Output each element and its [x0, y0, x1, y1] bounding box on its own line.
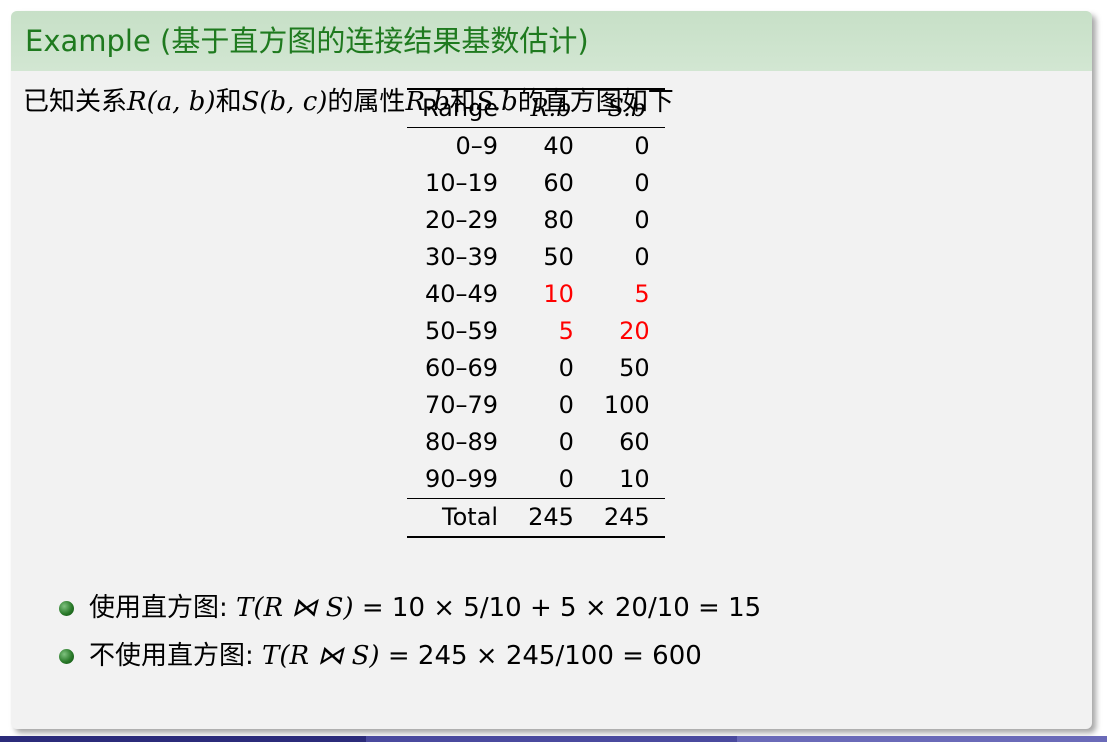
- footer-segment-1: [0, 736, 366, 742]
- table-row: 90–99 0 10: [407, 461, 665, 499]
- formula-args: (R ⋈ S): [253, 593, 354, 623]
- bullet-ball-icon: [59, 601, 74, 616]
- cell-sb: 0: [634, 169, 650, 197]
- formula-rhs: = 245 × 245/100 = 600: [379, 641, 702, 671]
- table-total-row: Total 245 245: [407, 498, 665, 537]
- cell-rb: 80: [543, 206, 574, 234]
- slide-footer-bar: [0, 736, 1107, 742]
- cell-rb: 50: [543, 243, 574, 271]
- formula-rhs: = 10 × 5/10 + 5 × 20/10 = 15: [353, 593, 762, 623]
- cell-range: 60–69: [425, 354, 499, 382]
- relation-s: S: [241, 87, 260, 117]
- cell-range: 20–29: [425, 206, 499, 234]
- cell-range: 90–99: [425, 465, 499, 493]
- example-block: Example (基于直方图的连接结果基数估计) 已知关系R(a, b)和S(b…: [11, 11, 1092, 729]
- relation-s-args: (b, c): [259, 87, 328, 117]
- footer-segment-3: [737, 736, 1107, 742]
- intro-text-2: 的属性: [327, 87, 406, 117]
- cell-range: 70–79: [425, 391, 499, 419]
- cell-range: 80–89: [425, 428, 499, 456]
- bullet-label: 不使用直方图:: [89, 641, 254, 671]
- cell-range: 50–59: [425, 317, 499, 345]
- table-row: 30–39 50 0: [407, 239, 665, 276]
- total-rb: 245: [528, 503, 574, 531]
- cell-sb: 10: [619, 465, 650, 493]
- cell-sb: 50: [619, 354, 650, 382]
- title-chinese: 基于直方图的连接结果基数估计: [171, 24, 578, 58]
- cell-sb: 100: [603, 391, 650, 419]
- table-row: 0–9 40 0: [407, 128, 665, 166]
- footer-segment-2: [366, 736, 737, 742]
- cell-sb: 60: [619, 428, 650, 456]
- cell-range: 0–9: [455, 132, 499, 160]
- cell-rb: 0: [558, 354, 574, 382]
- bullet-ball-icon: [59, 649, 74, 664]
- intro-and-1: 和: [215, 87, 242, 117]
- relation-r-args: (a, b): [146, 87, 216, 117]
- cell-rb: 0: [558, 428, 574, 456]
- formula-fn: T: [236, 593, 254, 623]
- title-suffix: ): [577, 24, 589, 58]
- cell-range: 10–19: [425, 169, 499, 197]
- cell-sb: 0: [634, 132, 650, 160]
- table-row: 60–69 0 50: [407, 350, 665, 387]
- cell-rb-highlight: 10: [543, 280, 574, 308]
- formula-list: 使用直方图: T(R ⋈ S) = 10 × 5/10 + 5 × 20/10 …: [59, 584, 761, 680]
- cell-rb: 60: [543, 169, 574, 197]
- table-row: 20–29 80 0: [407, 202, 665, 239]
- intro-text-1: 已知关系: [23, 87, 128, 117]
- block-title: Example (基于直方图的连接结果基数估计): [11, 11, 1092, 71]
- table-row: 10–19 60 0: [407, 165, 665, 202]
- list-item: 使用直方图: T(R ⋈ S) = 10 × 5/10 + 5 × 20/10 …: [59, 584, 761, 632]
- header-range: Range: [422, 94, 499, 122]
- total-label: Total: [442, 503, 499, 531]
- table-row: 50–59 5 20: [407, 313, 665, 350]
- header-rb: R.b: [530, 94, 572, 122]
- list-item: 不使用直方图: T(R ⋈ S) = 245 × 245/100 = 600: [59, 632, 761, 680]
- formula-fn: T: [262, 641, 280, 671]
- bullet-label: 使用直方图:: [89, 593, 228, 623]
- cell-sb-highlight: 20: [619, 317, 650, 345]
- cell-range: 30–39: [425, 243, 499, 271]
- cell-sb: 0: [634, 243, 650, 271]
- cell-sb-highlight: 5: [634, 280, 650, 308]
- relation-r: R: [127, 87, 147, 117]
- formula-args: (R ⋈ S): [279, 641, 380, 671]
- total-sb: 245: [603, 503, 650, 531]
- cell-sb: 0: [634, 206, 650, 234]
- cell-rb: 0: [558, 391, 574, 419]
- table-row: 70–79 0 100: [407, 387, 665, 424]
- cell-rb: 40: [543, 132, 574, 160]
- table-header-row: Range R.b S.b: [407, 89, 665, 128]
- header-sb: S.b: [607, 94, 647, 122]
- cell-rb: 0: [558, 465, 574, 493]
- table-row: 40–49 10 5: [407, 276, 665, 313]
- cell-range: 40–49: [425, 280, 499, 308]
- cell-rb-highlight: 5: [558, 317, 574, 345]
- histogram-table: Range R.b S.b 0–9 40 0 10–19 60 0 20–29 80 0 3…: [407, 88, 665, 538]
- title-prefix: Example (: [25, 24, 172, 58]
- table-row: 80–89 0 60: [407, 424, 665, 461]
